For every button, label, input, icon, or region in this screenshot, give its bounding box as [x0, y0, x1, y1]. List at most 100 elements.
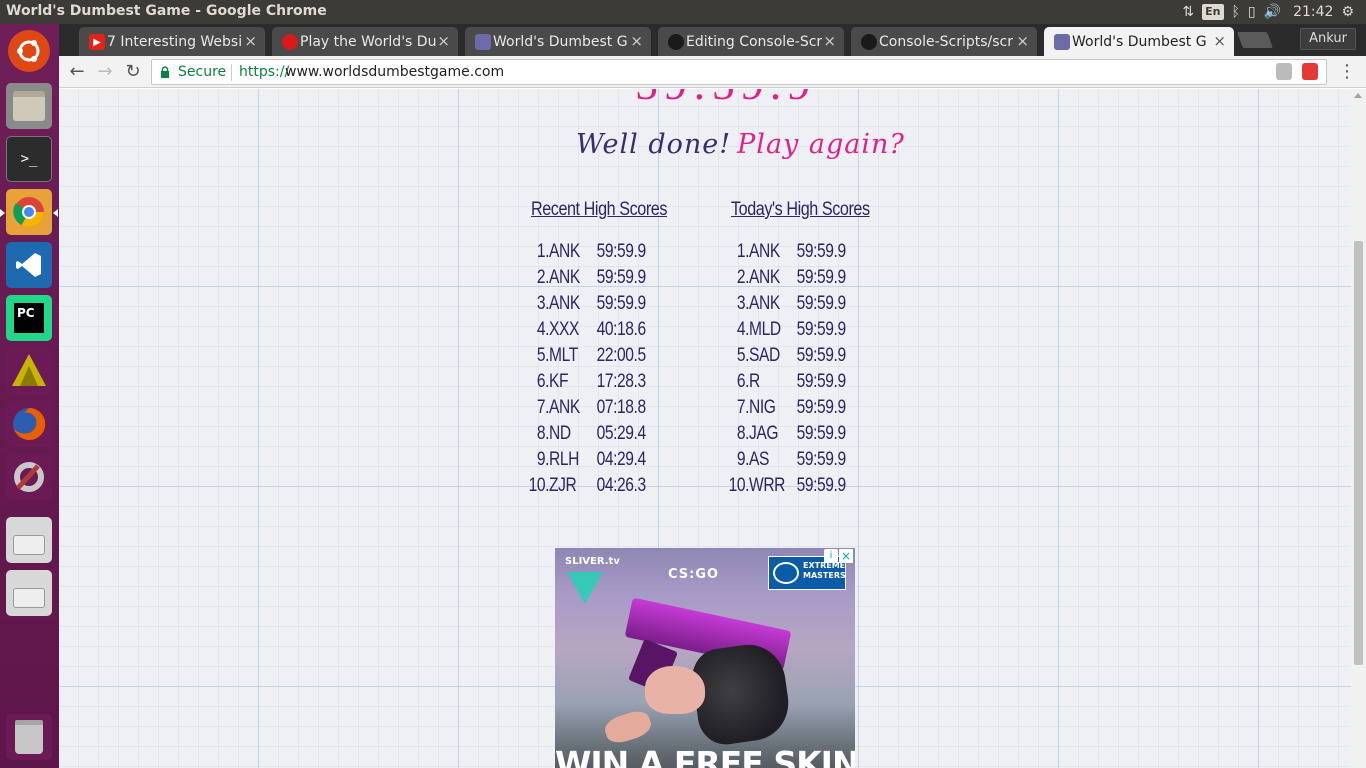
- address-bar[interactable]: Secure https:// www.worldsdumbestgame.co…: [151, 59, 1327, 85]
- ad-brand-csgo: CS:GO: [668, 567, 720, 582]
- reload-button[interactable]: ↻: [121, 60, 145, 84]
- menu-icon[interactable]: ⋮: [1338, 60, 1356, 84]
- top-panel: World's Dumbest Game - Google Chrome ⇅ E…: [0, 0, 1366, 24]
- tab-strip: ▶ 7 Interesting Websi × Play the World's…: [59, 24, 1366, 56]
- bluetooth-icon[interactable]: ᛒ: [1232, 0, 1240, 24]
- system-tray: ⇅ En ᛒ ▯ 🔊 21:42 ⚙: [1182, 0, 1366, 24]
- close-icon[interactable]: ×: [437, 32, 450, 50]
- new-tab-button[interactable]: [1237, 32, 1273, 48]
- volume-icon[interactable]: 🔊: [1264, 0, 1281, 24]
- jar-icon: [1054, 34, 1070, 50]
- firefox-icon[interactable]: [6, 401, 52, 447]
- tab-title: Console-Scripts/scr: [879, 33, 1013, 50]
- files-icon[interactable]: [6, 83, 52, 129]
- advertisement[interactable]: SLIVER.tv CS:GO EXTREME MASTERS i × WIN …: [555, 548, 855, 768]
- running-indicator: [0, 209, 5, 217]
- close-icon[interactable]: ×: [1213, 32, 1226, 50]
- score-time: 40:18.6: [596, 319, 647, 340]
- secure-label[interactable]: Secure: [178, 64, 226, 80]
- url-scheme: https://: [239, 64, 290, 80]
- scroll-up-arrow-icon[interactable]: [1354, 93, 1362, 98]
- scrollbar-thumb[interactable]: [1354, 241, 1363, 665]
- tab-title: World's Dumbest G: [493, 33, 628, 50]
- ad-info-icon[interactable]: i: [824, 549, 838, 563]
- score-time: 04:29.4: [596, 449, 647, 470]
- keyboard-language-indicator[interactable]: En: [1202, 4, 1224, 20]
- score-player: WRR: [749, 475, 786, 496]
- score-player: AS: [749, 449, 770, 470]
- score-time: 59:59.9: [796, 397, 847, 418]
- hand-image: [602, 707, 654, 747]
- close-icon[interactable]: ×: [1016, 32, 1029, 50]
- recent-scores-heading: Recent High Scores: [531, 199, 667, 220]
- browser-tab[interactable]: Console-Scripts/scr ×: [851, 27, 1037, 56]
- network-arrows-icon[interactable]: ⇅: [1182, 0, 1194, 24]
- ad-brand-sliver: SLIVER.tv: [565, 556, 620, 567]
- tab-title: World's Dumbest G: [1072, 33, 1207, 50]
- url-host: www.worldsdumbestgame.com: [285, 64, 505, 80]
- forward-button[interactable]: →: [93, 60, 117, 84]
- score-time: 22:00.5: [596, 345, 647, 366]
- ubuntu-dash-icon[interactable]: [8, 30, 50, 72]
- terminal-icon[interactable]: >_: [6, 136, 52, 182]
- browser-tab[interactable]: Editing Console-Scr ×: [658, 27, 844, 56]
- score-rank: 7.: [536, 397, 550, 418]
- drive-icon[interactable]: [6, 570, 52, 616]
- score-rank: 2.: [736, 267, 750, 288]
- hand-image: [645, 666, 705, 714]
- close-icon[interactable]: ×: [244, 32, 257, 50]
- launcher: >_ PC: [0, 24, 59, 768]
- gear-icon[interactable]: ⚙: [1341, 0, 1354, 24]
- score-rank: 1.: [736, 241, 750, 262]
- score-rank: 5.: [736, 345, 750, 366]
- app-icon[interactable]: [6, 348, 52, 394]
- browser-tab-active[interactable]: World's Dumbest G ×: [1044, 27, 1234, 56]
- trash-icon[interactable]: [6, 714, 52, 760]
- scrollbar[interactable]: [1351, 89, 1366, 768]
- score-rank: 9.: [536, 449, 550, 470]
- drive-icon[interactable]: [6, 517, 52, 563]
- back-button[interactable]: ←: [65, 60, 89, 84]
- close-icon[interactable]: ×: [823, 32, 836, 50]
- browser-tab[interactable]: World's Dumbest G ×: [465, 27, 651, 56]
- score-player: ANK: [749, 293, 780, 314]
- today-scores-heading: Today's High Scores: [731, 199, 870, 220]
- github-icon: [861, 34, 877, 50]
- red-dot-icon: [282, 34, 298, 50]
- score-rank: 2.: [536, 267, 550, 288]
- score-time: 59:59.9: [796, 423, 847, 444]
- score-time: 07:18.8: [596, 397, 647, 418]
- score-player: RLH: [549, 449, 579, 470]
- play-again-link[interactable]: Play again?: [737, 129, 905, 160]
- score-rank: 10.: [528, 475, 550, 496]
- score-rank: 3.: [736, 293, 750, 314]
- vscode-icon[interactable]: [6, 242, 52, 288]
- score-time: 59:59.9: [796, 345, 847, 366]
- chrome-icon[interactable]: [6, 189, 52, 235]
- score-time: 59:59.9: [796, 267, 847, 288]
- score-player: NIG: [749, 397, 776, 418]
- extension-icon[interactable]: [1276, 63, 1292, 80]
- ad-cta-text: WIN A FREE SKIN: [555, 744, 855, 768]
- score-rank: 10.: [728, 475, 750, 496]
- browser-tab[interactable]: Play the World's Du ×: [272, 27, 458, 56]
- score-player: XXX: [549, 319, 579, 340]
- battery-icon[interactable]: ▯: [1248, 0, 1256, 24]
- tab-title: 7 Interesting Websi: [107, 33, 243, 50]
- score-player: ANK: [749, 267, 780, 288]
- system-settings-icon[interactable]: [6, 454, 52, 500]
- score-time: 59:59.9: [796, 371, 847, 392]
- score-time: 17:28.3: [596, 371, 647, 392]
- score-player: R: [749, 371, 760, 392]
- tab-title: Editing Console-Scr: [686, 33, 822, 50]
- ad-close-icon[interactable]: ×: [839, 549, 853, 563]
- pycharm-icon[interactable]: PC: [6, 295, 52, 341]
- extension-icon[interactable]: [1302, 63, 1318, 80]
- score-rank: 7.: [736, 397, 750, 418]
- profile-button[interactable]: Ankur: [1300, 28, 1356, 50]
- recent-high-scores: Recent High Scores 1. ANK 59:59.9 2. ANK 59:5…: [529, 199, 691, 496]
- score-time: 59:59.9: [796, 475, 847, 496]
- close-icon[interactable]: ×: [630, 32, 643, 50]
- browser-tab[interactable]: ▶ 7 Interesting Websi ×: [79, 27, 265, 56]
- clock[interactable]: 21:42: [1293, 4, 1333, 20]
